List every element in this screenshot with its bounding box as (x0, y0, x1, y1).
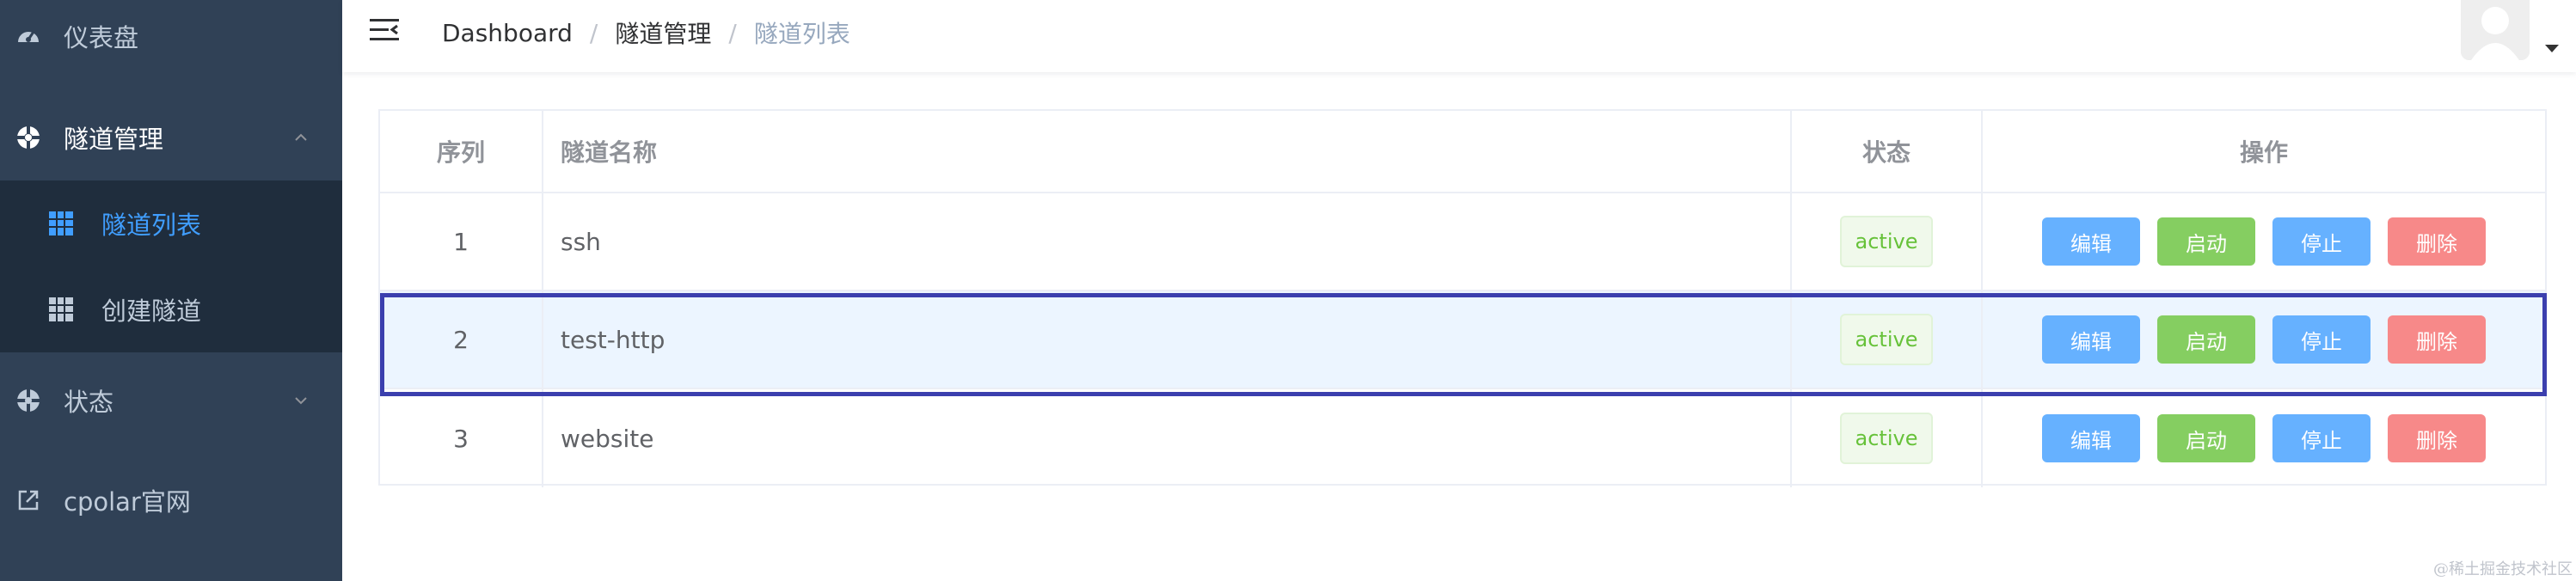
start-button[interactable]: 启动 (2157, 217, 2255, 266)
avatar[interactable] (2461, 0, 2530, 60)
sidebar-item-label: cpolar官网 (64, 487, 191, 517)
cell-status: active (1792, 291, 1983, 388)
column-header-index: 序列 (380, 111, 543, 192)
start-button[interactable]: 启动 (2157, 315, 2255, 364)
column-header-status: 状态 (1792, 111, 1983, 192)
cell-index: 3 (380, 389, 543, 487)
sidebar-item-label: 仪表盘 (64, 23, 139, 52)
sidebar-item-cpolar[interactable]: cpolar官网 (0, 457, 342, 543)
status-badge: active (1840, 216, 1933, 267)
breadcrumb-separator: / (589, 18, 598, 47)
sidebar-item-label: 创建隧道 (101, 297, 202, 326)
delete-button[interactable]: 删除 (2388, 217, 2486, 266)
chevron-down-icon (295, 397, 307, 405)
cell-name: ssh (543, 193, 1792, 290)
sidebar-item-tunnel-management[interactable]: 隧道管理 (0, 95, 342, 180)
sidebar-item-label: 状态 (64, 388, 114, 417)
cell-index: 1 (380, 193, 543, 290)
navbar: Dashboard / 隧道管理 / 隧道列表 (342, 0, 2576, 72)
stop-button[interactable]: 停止 (2272, 217, 2371, 266)
status-badge: active (1840, 413, 1933, 464)
breadcrumb: Dashboard / 隧道管理 / 隧道列表 (442, 15, 850, 50)
breadcrumb-tunnel-management[interactable]: 隧道管理 (615, 15, 711, 50)
breadcrumb-dashboard[interactable]: Dashboard (442, 19, 573, 47)
cell-actions: 编辑 启动 停止 删除 (1983, 193, 2545, 290)
dashboard-icon (15, 22, 42, 50)
cell-index: 2 (380, 291, 543, 388)
breadcrumb-separator: / (728, 18, 737, 47)
avatar-icon (2461, 0, 2530, 60)
delete-button[interactable]: 删除 (2388, 414, 2486, 462)
table-header-row: 序列 隧道名称 状态 操作 (380, 111, 2545, 193)
stop-button[interactable]: 停止 (2272, 414, 2371, 462)
edit-button[interactable]: 编辑 (2042, 217, 2140, 266)
cell-name: test-http (543, 291, 1792, 388)
grid-icon (49, 297, 73, 321)
sidebar-item-label: 隧道管理 (64, 125, 164, 154)
stop-button[interactable]: 停止 (2272, 315, 2371, 364)
start-button[interactable]: 启动 (2157, 414, 2255, 462)
caret-down-icon[interactable] (2545, 45, 2559, 52)
edit-button[interactable]: 编辑 (2042, 414, 2140, 462)
hamburger-icon[interactable] (370, 17, 399, 43)
tunnel-icon (15, 124, 42, 151)
breadcrumb-tunnel-list: 隧道列表 (753, 20, 850, 48)
tunnel-table: 序列 隧道名称 状态 操作 1 ssh active 编辑 启动 停止 删除 2… (378, 109, 2547, 487)
cell-name: website (543, 389, 1792, 487)
chevron-up-icon (295, 133, 307, 141)
sidebar-item-dashboard[interactable]: 仪表盘 (0, 0, 342, 72)
cell-status: active (1792, 389, 1983, 487)
sidebar: 仪表盘 隧道管理 隧道列表 创建隧道 状态 cpolar官网 (0, 0, 342, 581)
table-row[interactable]: 1 ssh active 编辑 启动 停止 删除 (380, 193, 2545, 291)
cell-actions: 编辑 启动 停止 删除 (1983, 389, 2545, 487)
cell-actions: 编辑 启动 停止 删除 (1983, 291, 2545, 388)
delete-button[interactable]: 删除 (2388, 315, 2486, 364)
grid-icon (49, 211, 73, 235)
edit-button[interactable]: 编辑 (2042, 315, 2140, 364)
watermark: @稀土掘金技术社区 (2433, 560, 2573, 578)
cell-status: active (1792, 193, 1983, 290)
status-icon (15, 387, 42, 414)
column-header-name: 隧道名称 (543, 111, 1792, 192)
sidebar-item-create-tunnel[interactable]: 创建隧道 (0, 266, 342, 352)
sidebar-item-status[interactable]: 状态 (0, 358, 342, 443)
table-row[interactable]: 2 test-http active 编辑 启动 停止 删除 (380, 291, 2545, 389)
sidebar-item-tunnel-list[interactable]: 隧道列表 (0, 180, 342, 266)
external-link-icon (15, 486, 42, 514)
table-row[interactable]: 3 website active 编辑 启动 停止 删除 (380, 389, 2545, 487)
submenu-tunnels: 隧道列表 创建隧道 (0, 180, 342, 352)
status-badge: active (1840, 314, 1933, 365)
sidebar-item-label: 隧道列表 (101, 211, 202, 240)
column-header-actions: 操作 (2239, 138, 2288, 167)
